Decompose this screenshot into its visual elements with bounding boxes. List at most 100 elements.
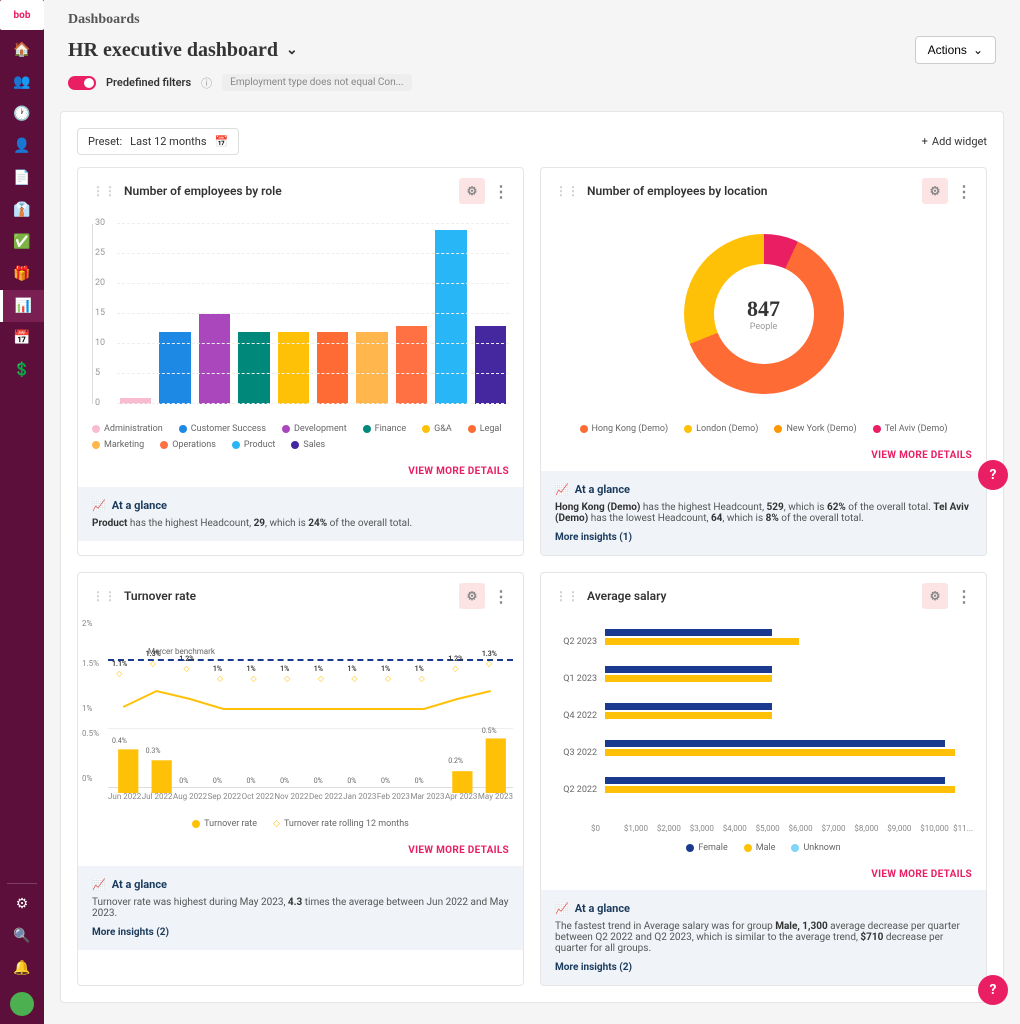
legend-item[interactable]: Customer Success: [179, 424, 266, 434]
more-insights-link[interactable]: More insights (2): [555, 962, 972, 973]
nav-settings-icon[interactable]: ⚙: [0, 888, 44, 920]
legend-item[interactable]: Operations: [160, 440, 216, 450]
glance-text: The fastest trend in Average salary was …: [555, 921, 972, 954]
salary-bar-chart: Q2 2023Q1 2023Q4 2022Q3 2022Q2 2022: [541, 619, 986, 824]
predefined-filters-label: Predefined filters: [106, 76, 191, 89]
nav-analytics-icon[interactable]: 📊: [0, 290, 44, 322]
filter-icon[interactable]: ⚙: [459, 178, 485, 204]
nav-org-icon[interactable]: 👔: [0, 194, 44, 226]
nav-money-icon[interactable]: 💲: [0, 354, 44, 386]
view-more-link[interactable]: VIEW MORE DETAILS: [78, 839, 523, 866]
drag-handle-icon[interactable]: ⋮⋮: [92, 184, 116, 198]
breadcrumb: Dashboards: [68, 12, 996, 28]
drag-handle-icon[interactable]: ⋮⋮: [555, 589, 579, 603]
legend-item[interactable]: Legal: [468, 424, 502, 434]
more-icon[interactable]: ⋮: [493, 587, 509, 606]
legend-item[interactable]: Unknown: [791, 843, 840, 853]
chart-icon: 📈: [92, 499, 106, 512]
salary-row: Q4 2022: [555, 703, 972, 728]
help-button[interactable]: ?: [978, 460, 1008, 490]
glance-text: Hong Kong (Demo) has the highest Headcou…: [555, 502, 972, 524]
legend-item[interactable]: Marketing: [92, 440, 144, 450]
actions-button[interactable]: Actions ⌄: [915, 36, 996, 64]
filter-icon[interactable]: ⚙: [922, 178, 948, 204]
chart-icon: 📈: [555, 483, 569, 496]
filter-chip[interactable]: Employment type does not equal Con...: [222, 74, 411, 91]
salary-row: Q1 2023: [555, 666, 972, 691]
nav-doc-icon[interactable]: 📄: [0, 162, 44, 194]
widget-title: Turnover rate: [124, 589, 196, 603]
at-a-glance-panel: 📈 At a glance Product has the highest Hea…: [78, 487, 523, 541]
legend-item[interactable]: Sales: [291, 440, 325, 450]
widget-title: Number of employees by role: [124, 184, 282, 198]
plus-icon: +: [922, 135, 928, 148]
view-more-link[interactable]: VIEW MORE DETAILS: [78, 460, 523, 487]
glance-title: At a glance: [575, 483, 630, 496]
dashboard-container: Preset: Last 12 months 📅 + Add widget ⋮⋮…: [60, 111, 1004, 1003]
drag-handle-icon[interactable]: ⋮⋮: [92, 589, 116, 603]
chevron-down-icon: ⌄: [973, 43, 983, 57]
app-logo[interactable]: bob: [0, 0, 44, 30]
help-button[interactable]: ?: [978, 975, 1008, 1005]
date-preset-selector[interactable]: Preset: Last 12 months 📅: [77, 128, 239, 155]
page-title[interactable]: HR executive dashboard ⌄: [68, 39, 298, 62]
salary-legend: Female Male Unknown: [541, 833, 986, 863]
glance-text: Product has the highest Headcount, 29, w…: [92, 518, 509, 529]
turnover-legend: Turnover rate ◇Turnover rate rolling 12 …: [78, 809, 523, 839]
add-widget-label: Add widget: [932, 135, 987, 148]
glance-text: Turnover rate was highest during May 202…: [92, 897, 509, 919]
legend-item[interactable]: G&A: [422, 424, 452, 434]
more-icon[interactable]: ⋮: [493, 182, 509, 201]
nav-calendar-icon[interactable]: 📅: [0, 322, 44, 354]
at-a-glance-panel: 📈 At a glance Hong Kong (Demo) has the hi…: [541, 471, 986, 555]
legend-item[interactable]: Development: [282, 424, 347, 434]
view-more-link[interactable]: VIEW MORE DETAILS: [541, 863, 986, 890]
salary-row: Q2 2022: [555, 777, 972, 802]
at-a-glance-panel: 📈 At a glance Turnover rate was highest d…: [78, 866, 523, 950]
predefined-filters-toggle[interactable]: [68, 76, 96, 90]
nav-people-icon[interactable]: 👥: [0, 66, 44, 98]
add-widget-button[interactable]: + Add widget: [922, 135, 987, 148]
nav-bell-icon[interactable]: 🔔: [0, 952, 44, 984]
glance-title: At a glance: [112, 878, 167, 891]
legend-item[interactable]: Product: [232, 440, 275, 450]
glance-title: At a glance: [112, 499, 167, 512]
legend-item[interactable]: Administration: [92, 424, 163, 434]
view-more-link[interactable]: VIEW MORE DETAILS: [541, 444, 986, 471]
nav-gift-icon[interactable]: 🎁: [0, 258, 44, 290]
nav-user-icon[interactable]: 👤: [0, 130, 44, 162]
legend-item[interactable]: Female: [686, 843, 727, 853]
more-icon[interactable]: ⋮: [956, 587, 972, 606]
salary-row: Q3 2022: [555, 740, 972, 765]
user-avatar[interactable]: [10, 992, 34, 1016]
filter-icon[interactable]: ⚙: [922, 583, 948, 609]
legend-item[interactable]: New York (Demo): [774, 424, 856, 434]
info-icon[interactable]: ⓘ: [201, 75, 212, 91]
legend-item[interactable]: Finance: [363, 424, 406, 434]
nav-check-icon[interactable]: ✅: [0, 226, 44, 258]
nav-clock-icon[interactable]: 🕐: [0, 98, 44, 130]
chevron-down-icon: ⌄: [286, 42, 298, 59]
at-a-glance-panel: 📈At a glance The fastest trend in Averag…: [541, 890, 986, 985]
page-title-text: HR executive dashboard: [68, 39, 278, 62]
location-legend: Hong Kong (Demo) London (Demo) New York (D…: [541, 414, 986, 444]
chart-icon: 📈: [92, 878, 106, 891]
drag-handle-icon[interactable]: ⋮⋮: [555, 184, 579, 198]
more-icon[interactable]: ⋮: [956, 182, 972, 201]
nav-search-icon[interactable]: 🔍: [0, 920, 44, 952]
filter-icon[interactable]: ⚙: [459, 583, 485, 609]
glance-title: At a glance: [575, 902, 630, 915]
turnover-chart: 2% 1.5% 1% Mercer benchmark 1.1%◇1.3%◇1.…: [78, 619, 523, 809]
more-insights-link[interactable]: More insights (2): [92, 927, 509, 938]
nav-home-icon[interactable]: 🏠: [0, 34, 44, 66]
widget-average-salary: ⋮⋮ Average salary ⚙ ⋮ Q2 2023Q1 2023Q4 2…: [540, 572, 987, 986]
legend-item[interactable]: Male: [744, 843, 776, 853]
donut-value: 847: [747, 296, 780, 322]
legend-item[interactable]: Tel Aviv (Demo): [873, 424, 948, 434]
roles-legend: Administration Customer Success Developmen…: [78, 414, 523, 460]
preset-label: Preset:: [88, 135, 122, 148]
more-insights-link[interactable]: More insights (1): [555, 532, 972, 543]
legend-item[interactable]: London (Demo): [684, 424, 758, 434]
legend-item[interactable]: Hong Kong (Demo): [580, 424, 669, 434]
left-sidebar: bob 🏠 👥 🕐 👤 📄 👔 ✅ 🎁 📊 📅 💲 ⚙ 🔍 🔔: [0, 0, 44, 1024]
